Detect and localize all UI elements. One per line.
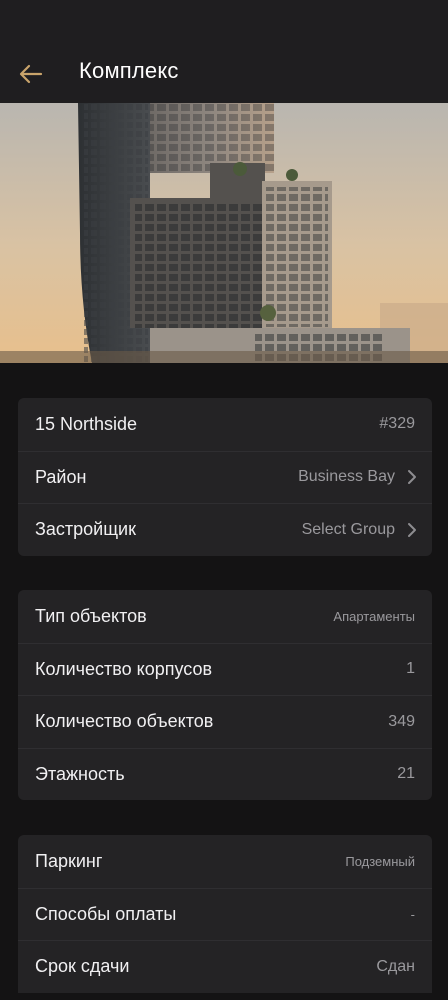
district-label: Район [35, 466, 87, 487]
district-value: Business Bay [298, 468, 395, 486]
object-type-label: Тип объектов [35, 605, 147, 626]
object-type-value: Апартаменты [333, 608, 415, 624]
developer-value: Select Group [301, 520, 395, 538]
complex-screen: Комплекс 15 Northside #329 Район Busines… [0, 0, 448, 1000]
payment-methods-value: - [410, 906, 415, 922]
details-card: Тип объектов Апартаменты Количество корп… [18, 590, 432, 800]
floors-value: 21 [397, 765, 415, 783]
buildings-count-row: Количество корпусов 1 [18, 642, 432, 696]
complex-name: 15 Northside [35, 413, 138, 434]
main-info-card: 15 Northside #329 Район Business Bay Зас… [18, 398, 432, 556]
complex-id: #329 [379, 415, 415, 433]
parking-value: Подземный [345, 853, 415, 869]
units-count-label: Количество объектов [35, 711, 214, 732]
extra-info-card: Паркинг Подземный Способы оплаты - Срок … [18, 835, 432, 993]
completion-label: Срок сдачи [35, 956, 130, 977]
parking-row: Паркинг Подземный [18, 835, 432, 888]
floors-label: Этажность [35, 763, 125, 784]
chevron-right-icon [408, 470, 416, 485]
chevron-right-icon [408, 522, 416, 537]
buildings-count-label: Количество корпусов [35, 658, 213, 679]
parking-label: Паркинг [35, 850, 103, 871]
complex-name-row: 15 Northside #329 [18, 398, 432, 451]
object-type-row: Тип объектов Апартаменты [18, 590, 432, 643]
units-count-row: Количество объектов 349 [18, 695, 432, 748]
units-count-value: 349 [388, 712, 415, 730]
payment-methods-label: Способы оплаты [35, 903, 177, 924]
page-title: Комплекс [79, 58, 179, 83]
developer-row[interactable]: Застройщик Select Group [18, 503, 432, 556]
district-row[interactable]: Район Business Bay [18, 450, 432, 504]
complex-photo [0, 103, 448, 363]
buildings-count-value: 1 [406, 660, 415, 678]
payment-methods-row: Способы оплаты - [18, 887, 432, 941]
top-app-bar: Комплекс [0, 0, 448, 103]
completion-row: Срок сдачи Сдан [18, 940, 432, 993]
back-button[interactable] [16, 59, 46, 89]
floors-row: Этажность 21 [18, 747, 432, 801]
completion-value: Сдан [376, 957, 415, 975]
arrow-left-icon [19, 64, 43, 84]
developer-label: Застройщик [35, 519, 136, 540]
